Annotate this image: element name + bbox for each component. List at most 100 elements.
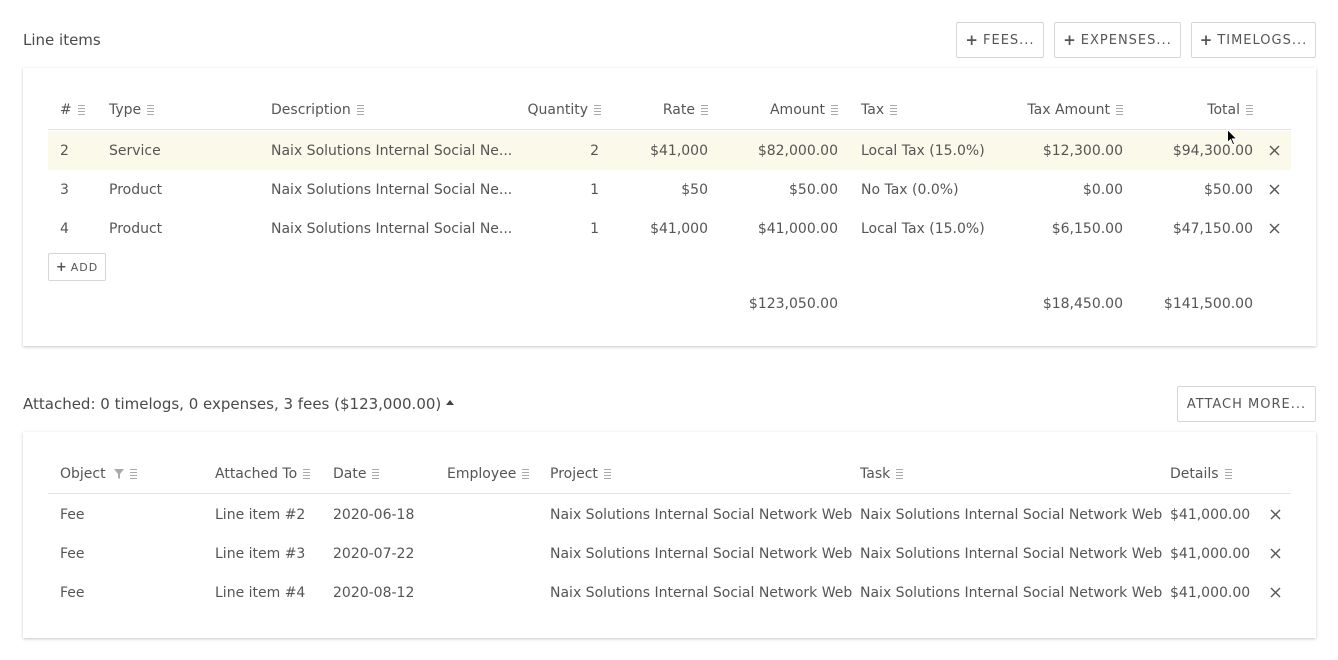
column-menu-icon[interactable] [594,104,601,115]
col-header-quantity[interactable]: Quantity [478,90,601,129]
line-item-type: Product [109,181,163,198]
column-menu-icon[interactable] [603,468,611,479]
attached-row[interactable]: Fee Line item #3 2020-07-22 Naix Solutio… [48,534,1291,573]
line-item-description: Naix Solutions Internal Social Ne... [271,142,513,159]
line-item-row[interactable]: 4 Product Naix Solutions Internal Social… [48,209,1291,248]
column-menu-icon[interactable] [890,104,898,115]
col-header-num[interactable]: # [60,90,85,129]
col-header-details[interactable]: Details [1170,454,1232,493]
plus-icon: + [1063,31,1077,49]
attached-object: Fee [60,506,85,523]
remove-line-item-icon[interactable] [1267,221,1281,235]
col-header-description[interactable]: Description [271,90,364,129]
attached-date: 2020-08-12 [333,584,415,601]
line-item-num: 4 [60,220,69,237]
line-items-card: # Type Description Quantity Rate Amount … [23,68,1316,346]
column-menu-icon[interactable] [701,104,708,115]
line-item-rate: $41,000 [650,142,708,159]
column-menu-icon[interactable] [1246,104,1253,115]
line-item-amount: $82,000.00 [757,142,838,159]
attached-card: Object Attached To Date Employee Project… [23,432,1316,638]
attached-row[interactable]: Fee Line item #4 2020-08-12 Naix Solutio… [48,573,1291,612]
fees-button-label: FEES... [983,32,1035,48]
attached-row[interactable]: Fee Line item #2 2020-06-18 Naix Solutio… [48,495,1291,534]
detach-item-icon[interactable] [1268,546,1282,560]
add-expenses-button[interactable]: + EXPENSES... [1054,22,1181,58]
attached-to[interactable]: Line item #4 [215,573,305,612]
line-item-rate: $50 [681,181,708,198]
attach-more-button[interactable]: ATTACH MORE... [1177,386,1316,422]
column-menu-icon[interactable] [372,468,380,479]
attached-date: 2020-07-22 [333,545,415,562]
col-header-task[interactable]: Task [860,454,904,493]
col-header-attached-to[interactable]: Attached To [215,454,311,493]
line-item-num: 3 [60,181,69,198]
column-menu-icon[interactable] [831,104,838,115]
detach-item-icon[interactable] [1268,507,1282,521]
remove-line-item-icon[interactable] [1267,182,1281,196]
column-menu-icon[interactable] [1224,468,1232,479]
line-item-row[interactable]: 3 Product Naix Solutions Internal Social… [48,170,1291,209]
attached-task: Naix Solutions Internal Social Network W… [860,584,1163,601]
attached-details: $41,000.00 [1170,584,1251,601]
total-amount: $123,050.00 [748,296,838,312]
col-header-tax[interactable]: Tax [861,90,898,129]
attached-object: Fee [60,584,85,601]
add-timelogs-button[interactable]: + TIMELOGS... [1191,22,1316,58]
attached-date: 2020-06-18 [333,506,415,523]
line-item-tax-amount: $12,300.00 [1042,142,1123,159]
col-header-amount[interactable]: Amount [718,90,838,129]
line-items-title: Line items [23,31,101,49]
line-item-quantity: 2 [590,142,599,159]
grand-total: $141,500.00 [1163,296,1253,312]
column-menu-icon[interactable] [129,468,137,479]
attached-to[interactable]: Line item #2 [215,495,305,534]
attached-project: Naix Solutions Internal Social Network W… [550,584,853,601]
col-header-type[interactable]: Type [109,90,155,129]
column-menu-icon[interactable] [522,468,530,479]
plus-icon: + [965,31,979,49]
column-menu-icon[interactable] [77,104,85,115]
col-header-employee[interactable]: Employee [447,454,530,493]
col-header-project[interactable]: Project [550,454,611,493]
col-header-rate[interactable]: Rate [608,90,708,129]
attached-summary-toggle[interactable]: Attached: 0 timelogs, 0 expenses, 3 fees… [23,395,455,413]
line-item-quantity: 1 [590,181,599,198]
attached-details: $41,000.00 [1170,545,1251,562]
line-item-tax-amount: $0.00 [1082,181,1123,198]
attached-to[interactable]: Line item #3 [215,534,305,573]
expenses-button-label: EXPENSES... [1080,32,1172,48]
filter-icon[interactable] [113,468,124,479]
detach-item-icon[interactable] [1268,585,1282,599]
attached-details: $41,000.00 [1170,506,1251,523]
column-menu-icon[interactable] [896,468,904,479]
col-header-object[interactable]: Object [60,454,137,493]
attach-more-label: ATTACH MORE... [1186,396,1307,412]
line-item-tax: No Tax (0.0%) [861,181,959,198]
line-item-rate: $41,000 [650,220,708,237]
col-header-date[interactable]: Date [333,454,380,493]
line-items-header-row: # Type Description Quantity Rate Amount … [48,90,1291,130]
column-menu-icon[interactable] [356,104,364,115]
add-fees-button[interactable]: + FEES... [956,22,1044,58]
column-menu-icon[interactable] [303,468,311,479]
col-header-total[interactable]: Total [1148,90,1253,129]
line-item-description: Naix Solutions Internal Social Ne... [271,220,513,237]
column-menu-icon[interactable] [1116,104,1123,115]
attached-table: Object Attached To Date Employee Project… [48,454,1291,634]
line-item-num: 2 [60,142,69,159]
remove-line-item-icon[interactable] [1267,143,1281,157]
line-item-quantity: 1 [590,220,599,237]
line-item-row[interactable]: 2 Service Naix Solutions Internal Social… [48,131,1291,170]
add-button-label: ADD [70,260,99,274]
col-header-tax-amount[interactable]: Tax Amount [998,90,1123,129]
plus-icon: + [1199,31,1214,49]
line-item-description: Naix Solutions Internal Social Ne... [271,181,513,198]
line-item-tax-amount: $6,150.00 [1051,220,1123,237]
add-line-item-button[interactable]: + ADD [48,253,106,281]
attached-task: Naix Solutions Internal Social Network W… [860,506,1163,523]
column-menu-icon[interactable] [147,104,155,115]
mouse-cursor-icon [1227,128,1238,150]
line-item-type: Product [109,220,163,237]
line-item-amount: $41,000.00 [757,220,838,237]
